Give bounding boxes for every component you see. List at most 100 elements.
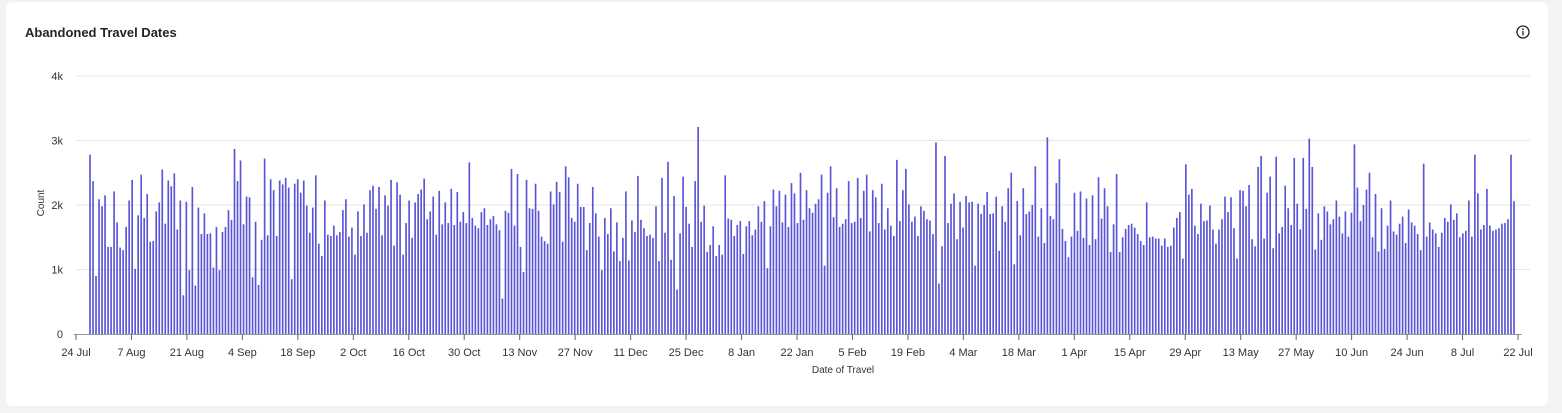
bar[interactable] [1486, 188, 1488, 335]
bar[interactable] [1347, 236, 1350, 334]
bar[interactable] [1404, 243, 1407, 334]
bar[interactable] [1251, 239, 1253, 334]
bar[interactable] [221, 232, 224, 334]
bar[interactable] [528, 208, 531, 334]
bar[interactable] [582, 206, 585, 334]
bar[interactable] [552, 204, 555, 334]
bar[interactable] [245, 196, 248, 334]
bar[interactable] [125, 226, 127, 334]
bar[interactable] [486, 225, 489, 334]
bar[interactable] [1266, 192, 1268, 334]
bar[interactable] [327, 234, 329, 334]
bar[interactable] [661, 177, 663, 334]
bar[interactable] [1118, 252, 1121, 334]
bar[interactable] [354, 254, 356, 334]
bar[interactable] [516, 174, 519, 334]
bar[interactable] [561, 241, 564, 334]
bar[interactable] [628, 260, 630, 334]
bar[interactable] [164, 223, 167, 334]
bar[interactable] [1245, 206, 1247, 334]
bar[interactable] [1206, 220, 1208, 334]
bar[interactable] [1362, 205, 1365, 334]
bar[interactable] [540, 236, 543, 334]
bar[interactable] [1136, 234, 1139, 334]
bar[interactable] [1281, 226, 1284, 334]
bar[interactable] [1028, 211, 1031, 334]
bar[interactable] [498, 230, 501, 334]
bar[interactable] [1507, 219, 1509, 334]
bar[interactable] [1501, 223, 1503, 334]
bar[interactable] [336, 235, 338, 334]
bar[interactable] [826, 192, 829, 334]
bar[interactable] [480, 212, 483, 334]
bar[interactable] [275, 235, 278, 334]
bar[interactable] [299, 192, 302, 334]
bar[interactable] [1227, 212, 1229, 334]
bar[interactable] [667, 161, 669, 334]
bar[interactable] [1022, 188, 1025, 334]
bar[interactable] [1368, 172, 1371, 334]
bar[interactable] [835, 188, 838, 334]
bar[interactable] [1290, 225, 1293, 334]
bar[interactable] [456, 192, 459, 334]
bar[interactable] [1302, 157, 1305, 334]
bar[interactable] [1073, 192, 1076, 334]
bar[interactable] [1209, 205, 1211, 334]
bar[interactable] [655, 206, 657, 334]
bar[interactable] [453, 225, 456, 334]
bar[interactable] [706, 252, 708, 334]
bar[interactable] [597, 236, 600, 334]
bar[interactable] [483, 208, 486, 334]
bar[interactable] [859, 217, 862, 334]
bar[interactable] [305, 205, 308, 334]
bar[interactable] [287, 187, 290, 334]
bar[interactable] [1510, 154, 1512, 334]
bar[interactable] [471, 217, 474, 334]
bar[interactable] [995, 196, 998, 334]
bar[interactable] [1386, 225, 1389, 334]
bar[interactable] [923, 210, 925, 334]
bar[interactable] [1398, 223, 1401, 334]
bar[interactable] [549, 191, 552, 334]
bar[interactable] [200, 234, 203, 334]
bar[interactable] [510, 168, 513, 334]
bar[interactable] [748, 221, 751, 335]
bar[interactable] [101, 206, 103, 334]
bar[interactable] [751, 235, 754, 334]
bar[interactable] [920, 206, 922, 334]
bar[interactable] [959, 201, 961, 334]
bar[interactable] [1293, 157, 1296, 334]
bar[interactable] [1275, 156, 1277, 335]
bar[interactable] [886, 208, 889, 334]
bar[interactable] [369, 190, 371, 334]
bar[interactable] [474, 225, 477, 334]
bar[interactable] [224, 226, 227, 334]
bar[interactable] [1410, 222, 1413, 334]
bar[interactable] [1218, 229, 1220, 334]
bar[interactable] [1377, 251, 1380, 334]
bar[interactable] [688, 223, 690, 334]
bar[interactable] [1317, 213, 1320, 334]
bar[interactable] [673, 195, 675, 334]
bar[interactable] [1085, 198, 1088, 334]
bar[interactable] [1480, 229, 1482, 334]
bar[interactable] [1440, 232, 1443, 334]
bar[interactable] [1139, 241, 1142, 334]
bar[interactable] [1194, 225, 1196, 334]
bar[interactable] [745, 226, 748, 334]
bar[interactable] [1498, 228, 1500, 334]
bar[interactable] [1380, 208, 1383, 334]
bar[interactable] [564, 166, 567, 334]
bar[interactable] [1121, 237, 1124, 334]
bar[interactable] [1191, 188, 1193, 335]
bar[interactable] [944, 155, 946, 334]
bar[interactable] [814, 203, 817, 334]
bar[interactable] [426, 219, 429, 334]
bar[interactable] [1431, 229, 1434, 334]
bar[interactable] [149, 241, 152, 334]
bar[interactable] [956, 239, 958, 334]
bar[interactable] [856, 177, 859, 334]
bar[interactable] [95, 275, 97, 334]
bar[interactable] [122, 250, 124, 334]
bar[interactable] [1471, 236, 1473, 334]
